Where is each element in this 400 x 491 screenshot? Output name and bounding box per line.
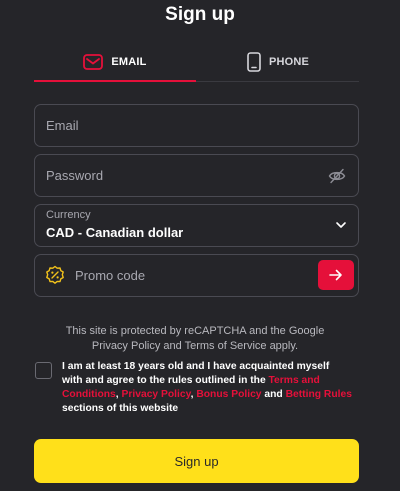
currency-label: Currency — [46, 209, 91, 221]
eye-off-icon[interactable] — [328, 167, 346, 185]
agreement-text-end: sections of this website — [62, 403, 179, 414]
percent-badge-icon — [46, 265, 64, 284]
bonus-policy-link[interactable]: Bonus Policy — [196, 389, 261, 400]
currency-select[interactable]: Currency CAD - Canadian dollar — [34, 204, 359, 247]
tab-email[interactable]: EMAIL — [34, 44, 196, 80]
promo-code-field — [34, 254, 359, 297]
smartphone-icon — [247, 52, 261, 72]
tab-phone-label: PHONE — [268, 56, 310, 68]
signup-method-tabs: EMAIL PHONE — [34, 44, 359, 84]
tab-email-label: EMAIL — [111, 56, 147, 68]
apply-promo-button[interactable] — [318, 260, 354, 290]
recaptcha-notice: This site is protected by reCAPTCHA and … — [65, 325, 325, 352]
page-title: Sign up — [165, 4, 235, 25]
email-input[interactable] — [35, 105, 358, 146]
chevron-down-icon — [336, 222, 346, 228]
password-input[interactable] — [35, 155, 358, 196]
currency-value: CAD - Canadian dollar — [46, 225, 184, 240]
tab-phone[interactable]: PHONE — [197, 44, 359, 80]
promo-code-input[interactable] — [35, 255, 358, 296]
agreement-separator: and — [261, 389, 286, 400]
betting-rules-link[interactable]: Betting Rules — [286, 389, 352, 400]
terms-agreement-text: I am at least 18 years old and I have ac… — [62, 360, 352, 416]
envelope-icon — [83, 54, 104, 70]
active-tab-indicator — [34, 80, 196, 82]
age-terms-checkbox[interactable] — [35, 362, 52, 379]
email-field — [34, 104, 359, 147]
password-field — [34, 154, 359, 197]
sign-up-button[interactable]: Sign up — [34, 439, 359, 483]
arrow-right-icon — [329, 269, 342, 281]
privacy-policy-link[interactable]: Privacy Policy — [122, 389, 191, 400]
